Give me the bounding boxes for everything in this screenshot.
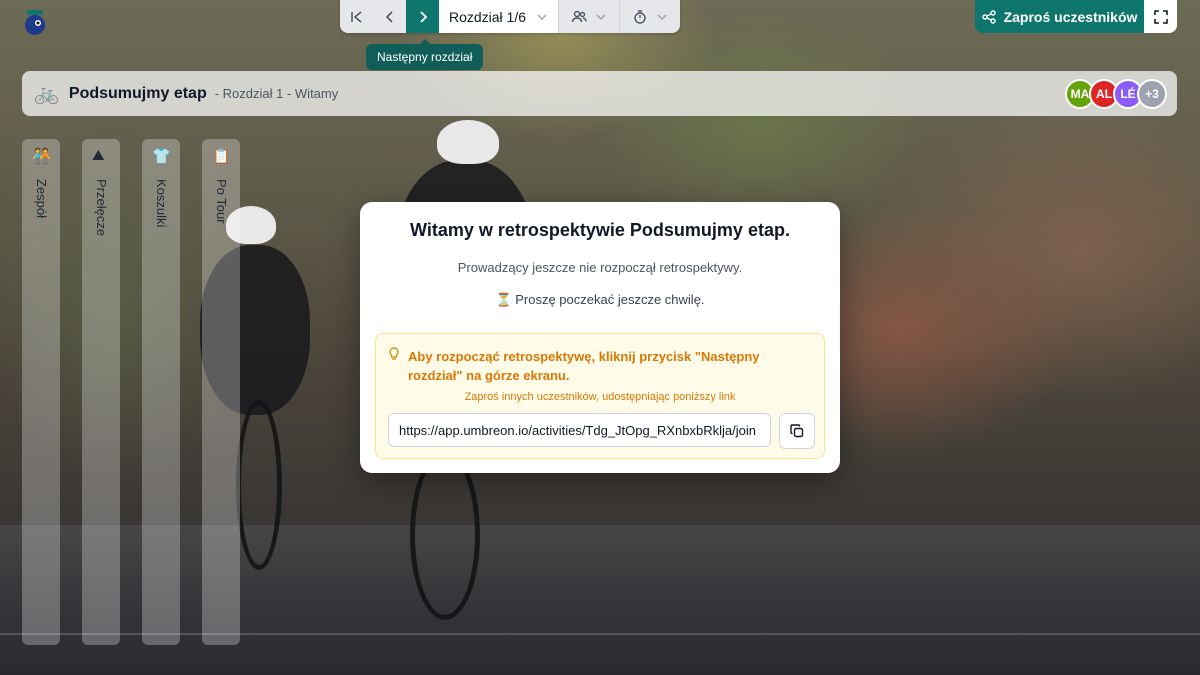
invite-label: Zaproś uczestników xyxy=(1003,8,1138,25)
activity-header: 🚲 Podsumujmy etap - Rozdział 1 - Witamy … xyxy=(22,71,1177,116)
wait-text: ⏳ Proszę poczekać jeszcze chwilę. xyxy=(495,292,705,307)
participant-avatars: MA AL LÉ +3 xyxy=(1065,79,1167,109)
timer-icon xyxy=(634,9,646,24)
activity-title: Podsumujmy etap xyxy=(68,84,207,102)
more-participants-badge[interactable]: +3 xyxy=(1137,79,1167,109)
invite-link-field[interactable] xyxy=(388,413,771,447)
chevron-down-icon xyxy=(537,13,547,20)
column-label: Po Tour xyxy=(214,179,229,224)
lightbulb-icon xyxy=(389,347,399,360)
invite-participants-button[interactable]: Zaproś uczestników xyxy=(975,0,1144,33)
fullscreen-icon xyxy=(1153,9,1168,24)
column-przelecze: ⛰ Przełęcze xyxy=(82,139,120,645)
host-status-text: Prowadzący jeszcze nie rozpoczął retrosp… xyxy=(457,260,743,275)
participants-menu-button[interactable] xyxy=(558,0,619,33)
column-label: Przełęcze xyxy=(94,179,109,237)
users-icon xyxy=(571,10,587,22)
welcome-modal: Witamy w retrospektywie Podsumujmy etap.… xyxy=(360,202,840,473)
app-logo xyxy=(25,10,45,35)
skip-to-start-icon xyxy=(350,10,361,23)
chevron-down-icon xyxy=(596,13,606,20)
column-koszulki: 👕 Koszulki xyxy=(142,139,180,645)
copy-icon xyxy=(790,424,804,438)
next-chapter-button[interactable] xyxy=(406,0,439,33)
previous-chapter-button[interactable] xyxy=(373,0,406,33)
column-po-tour: 📋 Po Tour xyxy=(202,139,240,645)
column-zespol: 🧑‍🤝‍🧑 Zespół xyxy=(22,139,60,645)
invite-hint: Zaproś innych uczestników, udostępniając… xyxy=(464,391,736,403)
start-instructions-alert: Aby rozpocząć retrospektywę, kliknij prz… xyxy=(375,333,825,459)
chapter-navigation: Rozdział 1/6 xyxy=(340,0,680,33)
timer-menu-button[interactable] xyxy=(619,0,680,33)
road xyxy=(0,525,1200,675)
team-icon: 🧑‍🤝‍🧑 xyxy=(32,148,51,165)
chapter-label: Rozdział 1/6 xyxy=(448,8,527,25)
jersey-icon: 👕 xyxy=(152,148,171,165)
share-icon xyxy=(981,9,996,24)
fullscreen-button[interactable] xyxy=(1144,0,1177,33)
next-chapter-tooltip: Następny rozdział xyxy=(366,39,484,70)
chapter-select[interactable]: Rozdział 1/6 xyxy=(439,0,558,33)
column-label: Zespół xyxy=(34,179,49,219)
chevron-down-icon xyxy=(657,13,667,20)
bicycle-icon: 🚲 xyxy=(34,83,59,105)
chevron-right-icon xyxy=(419,10,427,23)
activity-subtitle: - Rozdział 1 - Witamy xyxy=(214,86,339,101)
copy-link-button[interactable] xyxy=(779,413,815,449)
first-chapter-button[interactable] xyxy=(340,0,373,33)
column-label: Koszulki xyxy=(154,179,169,228)
post-tour-icon: 📋 xyxy=(212,148,231,165)
modal-title: Witamy w retrospektywie Podsumujmy etap. xyxy=(410,220,790,240)
chevron-left-icon xyxy=(385,10,393,23)
mountain-icon: ⛰ xyxy=(92,147,105,164)
alert-message: Aby rozpocząć retrospektywę, kliknij prz… xyxy=(408,349,760,383)
